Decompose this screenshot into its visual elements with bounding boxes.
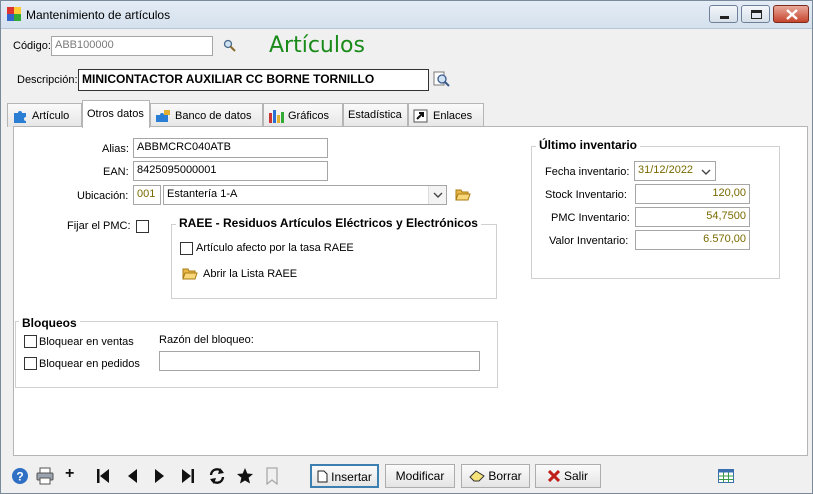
tab-label: Enlaces [433,109,473,122]
insertar-label: Insertar [331,470,372,484]
tab-enlaces[interactable]: Enlaces [408,103,484,127]
razon-bloqueo-label: Razón del bloqueo: [159,334,254,346]
salir-label: Salir [563,469,588,483]
bloquear-pedidos-checkbox[interactable] [24,357,37,370]
help-icon[interactable]: ? [11,467,29,485]
descripcion-label: Descripción: [17,74,78,86]
previous-record-icon[interactable] [126,468,138,484]
first-record-icon[interactable] [96,468,110,484]
bloquear-ventas-checkbox[interactable] [24,335,37,348]
alias-input[interactable]: ABBMCRC040ATB [133,138,328,158]
app-icon [7,7,21,21]
borrar-label: Borrar [488,469,522,483]
descripcion-input[interactable]: MINICONTACTOR AUXILIAR CC BORNE TORNILLO [78,69,429,91]
window-title: Mantenimiento de artículos [26,8,171,22]
eraser-icon [469,470,486,482]
tab-label: Banco de datos [175,109,252,122]
search-icon[interactable] [223,39,237,53]
codigo-label: Código: [13,40,51,52]
bloquear-pedidos-label: Bloquear en pedidos [39,358,140,370]
page-title: Artículos [269,33,365,58]
tab-label: Otros datos [87,108,144,120]
ubicacion-selected-value: Estantería 1-A [167,188,238,200]
tab-panel-otros-datos: Alias: ABBMCRC040ATB EAN: 8425095000001 … [13,126,808,456]
maximize-button[interactable] [741,5,770,23]
minimize-icon [720,16,729,19]
fecha-inventario-select[interactable]: 31/12/2022 [634,161,716,181]
raee-afecto-checkbox[interactable] [180,242,193,255]
exit-x-icon [547,469,561,483]
raee-group [171,224,497,299]
ubicacion-select[interactable]: Estantería 1-A [163,185,447,205]
printer-icon[interactable] [36,467,54,485]
razon-bloqueo-input[interactable] [159,351,480,371]
title-bar: Mantenimiento de artículos [1,1,812,29]
ubicacion-label: Ubicación: [77,190,129,202]
bloqueos-title: Bloqueos [19,316,80,330]
next-record-icon[interactable] [154,468,166,484]
modificar-label: Modificar [395,469,445,483]
salir-button[interactable]: Salir [535,464,601,488]
bookmark-icon[interactable] [265,467,279,485]
refresh-icon[interactable] [208,467,226,485]
fecha-inventario-value: 31/12/2022 [638,164,694,176]
pmc-inventario-field[interactable]: 54,7500 [635,207,750,227]
shortcut-link-icon [413,109,428,123]
tab-label: Gráficos [288,109,329,122]
alias-label: Alias: [102,143,129,155]
svg-text:?: ? [16,470,23,484]
raee-group-title: RAEE - Residuos Artículos Eléctricos y E… [176,216,481,230]
tab-banco-de-datos[interactable]: Banco de datos [150,103,263,127]
fijar-pmc-label: Fijar el PMC: [67,220,131,232]
tab-articulo[interactable]: Artículo [7,103,82,127]
folder-open-icon [182,268,198,280]
bar-chart-icon [269,110,284,123]
ubicacion-code-input[interactable]: 001 [133,185,161,205]
bloquear-ventas-label: Bloquear en ventas [39,336,134,348]
tab-label: Artículo [32,109,70,122]
borrar-button[interactable]: Borrar [461,464,530,488]
fecha-inventario-label: Fecha inventario: [545,166,630,178]
chevron-down-icon [433,192,443,198]
stock-inventario-label: Stock Inventario: [545,189,627,201]
ean-input[interactable]: 8425095000001 [133,161,328,181]
folder-open-icon[interactable] [455,188,471,201]
pmc-inventario-label: PMC Inventario: [551,212,630,224]
codigo-input[interactable]: ABB100000 [51,36,213,56]
valor-inventario-field[interactable]: 6.570,00 [635,230,750,250]
last-record-icon[interactable] [181,468,195,484]
raee-afecto-label: Artículo afecto por la tasa RAEE [196,242,354,254]
close-button[interactable] [773,5,809,23]
bottom-toolbar: ? + Insertar Modificar Borrar Salir [1,459,812,493]
tab-label: Estadística [348,109,402,121]
window: Mantenimiento de artículos Código: ABB10… [0,0,813,494]
chevron-down-icon [701,169,711,175]
modificar-button[interactable]: Modificar [385,464,455,488]
valor-inventario-label: Valor Inventario: [549,235,629,247]
insertar-button[interactable]: Insertar [310,464,379,488]
spreadsheet-icon[interactable] [718,469,734,483]
tab-graficos[interactable]: Gráficos [263,103,343,127]
abrir-lista-raee-link[interactable]: Abrir la Lista RAEE [203,268,297,280]
database-puzzle-icon [156,110,170,122]
add-icon[interactable]: + [65,465,74,483]
ean-label: EAN: [103,166,129,178]
minimize-button[interactable] [709,5,738,23]
search-description-icon[interactable] [433,71,451,89]
maximize-icon [751,10,762,19]
stock-inventario-field[interactable]: 120,00 [635,184,750,204]
favorite-star-icon[interactable] [236,467,254,485]
fijar-pmc-checkbox[interactable] [136,220,149,233]
tab-otros-datos[interactable]: Otros datos [82,100,150,128]
ultimo-inventario-title: Último inventario [536,138,641,152]
close-icon [786,9,798,20]
puzzle-icon [14,111,26,123]
ubicacion-dropdown-button[interactable] [428,186,446,204]
tab-estadistica[interactable]: Estadística [343,103,408,127]
new-document-icon [317,470,328,483]
